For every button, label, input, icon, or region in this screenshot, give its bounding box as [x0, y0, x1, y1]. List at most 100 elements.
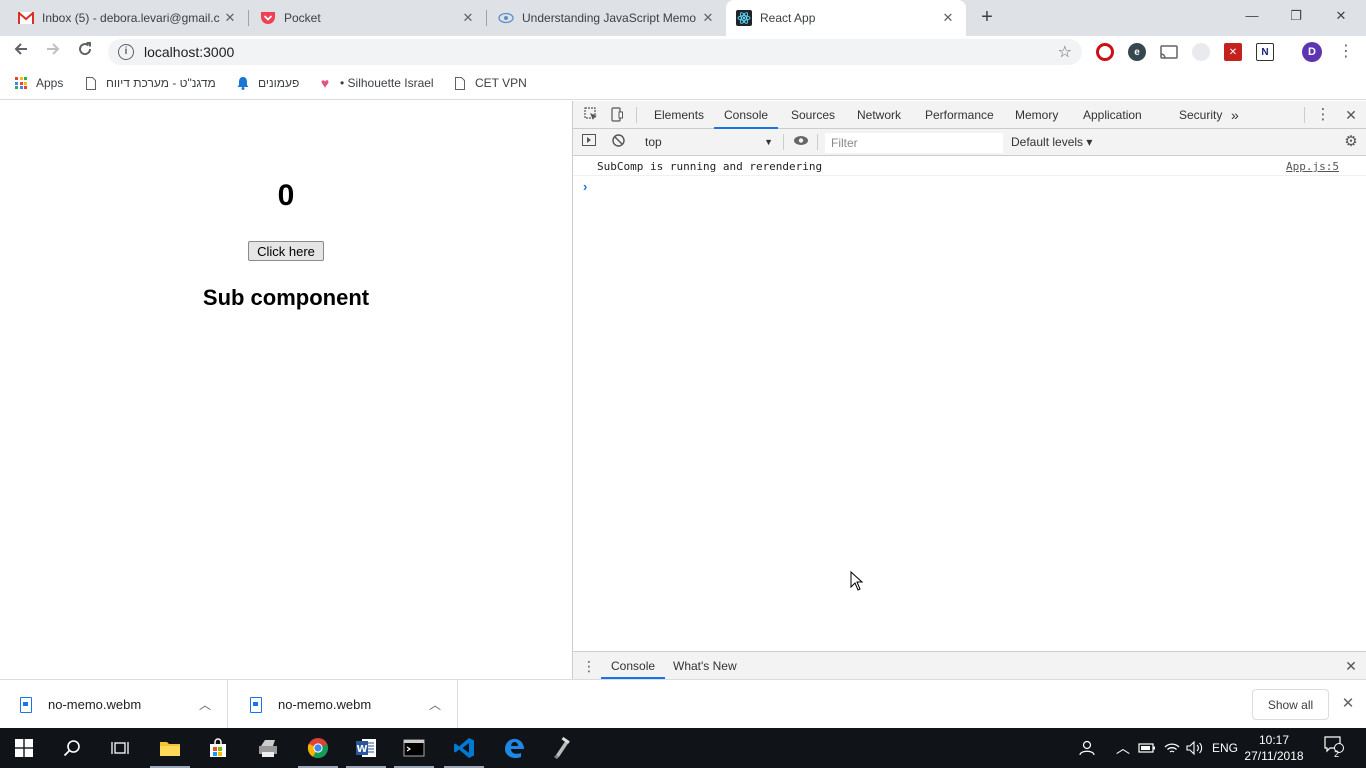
devtools-tab-performance[interactable]: Performance — [923, 101, 996, 129]
more-tabs-icon[interactable]: » — [1229, 101, 1241, 129]
inspect-element-icon[interactable] — [583, 107, 599, 123]
close-drawer-icon[interactable]: ✕ — [1343, 658, 1359, 674]
close-window-icon[interactable]: ✕ — [1330, 6, 1352, 26]
forward-icon[interactable] — [42, 41, 64, 63]
chevron-up-icon[interactable]: ︿ — [429, 696, 441, 713]
chevron-up-icon[interactable]: ︿ — [199, 696, 211, 713]
store-icon[interactable] — [194, 728, 242, 768]
vscode-icon[interactable] — [440, 728, 488, 768]
console-filter-input[interactable] — [825, 133, 1003, 153]
log-levels-select[interactable]: Default levels ▾ — [1011, 133, 1092, 152]
address-bar[interactable]: i localhost:3000 ☆ — [108, 39, 1082, 65]
bookmark-cet-vpn[interactable]: CET VPN — [453, 76, 527, 90]
tab-title: Pocket — [284, 11, 321, 25]
restore-icon[interactable]: ❐ — [1285, 6, 1307, 26]
cast-icon[interactable] — [1160, 43, 1178, 61]
clear-console-icon[interactable] — [610, 134, 626, 150]
tab-understanding-js-memo[interactable]: Understanding JavaScript Memo ✕ — [488, 4, 726, 32]
search-icon[interactable] — [48, 728, 96, 768]
tab-pocket[interactable]: Pocket ✕ — [250, 4, 486, 32]
notion-extension-icon[interactable]: N — [1256, 43, 1274, 61]
start-windows-icon[interactable] — [0, 728, 48, 768]
gray-extension-icon[interactable] — [1192, 43, 1210, 61]
bookmark-label: מדגנ"ט - מערכת דיווח — [106, 76, 216, 90]
bookmark-madganet[interactable]: מדגנ"ט - מערכת דיווח — [84, 76, 216, 90]
system-clock[interactable]: 10:17 27/11/2018 — [1244, 732, 1304, 764]
show-all-downloads-button[interactable]: Show all — [1252, 689, 1329, 720]
word-icon[interactable]: W — [342, 728, 390, 768]
devtools-tab-sources[interactable]: Sources — [789, 101, 837, 129]
close-tab-icon[interactable]: ✕ — [940, 10, 956, 26]
devtools-tab-security[interactable]: Security — [1177, 101, 1224, 129]
console-message: SubComp is running and rerendering App.j… — [573, 156, 1366, 176]
bookmark-silhouette-israel[interactable]: ♥ • Silhouette Israel — [318, 75, 434, 91]
file-explorer-icon[interactable] — [146, 728, 194, 768]
battery-icon[interactable] — [1138, 728, 1156, 768]
console-settings-gear-icon[interactable]: ⚙ — [1343, 134, 1359, 150]
bookmark-label: CET VPN — [475, 76, 527, 90]
click-here-button[interactable]: Click here — [248, 241, 324, 261]
close-tab-icon[interactable]: ✕ — [460, 10, 476, 26]
back-icon[interactable] — [10, 41, 32, 63]
browser-toolbar: i localhost:3000 ☆ e ✕ N D ⋮ — [0, 36, 1366, 68]
context-select[interactable]: top ▼ — [641, 133, 777, 152]
page-icon — [453, 76, 467, 90]
tab-react-app[interactable]: React App ✕ — [726, 0, 966, 36]
show-hidden-icons-chevron-icon[interactable]: ︿ — [1116, 728, 1130, 768]
reload-icon[interactable] — [74, 41, 96, 63]
red-extension-icon[interactable]: ✕ — [1224, 43, 1242, 61]
devtools-tab-network[interactable]: Network — [855, 101, 903, 129]
notification-count: 2 — [1334, 749, 1340, 759]
tab-gmail[interactable]: Inbox (5) - debora.levari@gmail.c ✕ — [8, 4, 248, 32]
info-icon[interactable]: i — [118, 44, 134, 60]
language-indicator[interactable]: ENG — [1212, 728, 1238, 768]
printer-app-icon[interactable] — [244, 728, 292, 768]
console-sidebar-icon[interactable] — [581, 134, 597, 150]
devtools-menu-icon[interactable]: ⋮ — [1315, 107, 1331, 123]
bookmark-label: פעמונים — [258, 76, 300, 90]
close-downloads-icon[interactable]: ✕ — [1340, 696, 1356, 712]
profile-avatar[interactable]: D — [1302, 42, 1322, 62]
people-icon[interactable] — [1078, 728, 1096, 768]
task-view-icon[interactable] — [96, 728, 144, 768]
react-icon — [736, 10, 752, 26]
bookmark-apps[interactable]: Apps — [14, 76, 63, 90]
close-devtools-icon[interactable]: ✕ — [1343, 107, 1359, 123]
devtools-tab-elements[interactable]: Elements — [652, 101, 706, 129]
devtools-drawer: ⋮ Console What's New ✕ — [573, 651, 1366, 679]
chrome-icon[interactable] — [294, 728, 342, 768]
console-message-source-link[interactable]: App.js:5 — [1286, 160, 1339, 173]
e-extension-icon[interactable]: e — [1128, 43, 1146, 61]
volume-icon[interactable] — [1186, 728, 1204, 768]
bookmark-star-icon[interactable]: ☆ — [1058, 42, 1072, 62]
devtools-tab-console[interactable]: Console — [714, 101, 779, 129]
live-expression-eye-icon[interactable] — [793, 134, 809, 150]
devtools-tab-application[interactable]: Application — [1081, 101, 1144, 129]
bell-icon — [236, 76, 250, 90]
more-menu-icon[interactable]: ⋮ — [1338, 44, 1354, 60]
close-tab-icon[interactable]: ✕ — [222, 10, 238, 26]
tool-app-icon[interactable] — [538, 728, 586, 768]
device-toolbar-icon[interactable] — [609, 107, 625, 123]
devtools-tab-memory[interactable]: Memory — [1013, 101, 1060, 129]
download-item[interactable]: no-memo.webm ︿ — [0, 680, 228, 729]
sub-component-heading: Sub component — [202, 285, 370, 310]
drawer-menu-icon[interactable]: ⋮ — [581, 658, 597, 674]
bookmark-paamonim[interactable]: פעמונים — [236, 76, 299, 90]
devtools-tab-bar: Elements Console Sources Network Perform… — [573, 101, 1366, 129]
page-icon — [84, 76, 98, 90]
close-tab-icon[interactable]: ✕ — [700, 10, 716, 26]
action-center-icon[interactable]: 2 — [1322, 736, 1346, 760]
bookmark-label: Apps — [36, 76, 64, 90]
console-prompt[interactable]: › — [583, 179, 587, 194]
wifi-icon[interactable] — [1164, 728, 1180, 768]
new-tab-button[interactable]: + — [976, 6, 998, 28]
edge-icon[interactable] — [490, 728, 538, 768]
drawer-tab-whats-new[interactable]: What's New — [663, 652, 747, 679]
download-item[interactable]: no-memo.webm ︿ — [230, 680, 458, 729]
minimize-icon[interactable]: — — [1241, 6, 1263, 26]
terminal-icon[interactable] — [390, 728, 438, 768]
file-icon — [250, 696, 262, 713]
drawer-tab-console[interactable]: Console — [601, 652, 666, 679]
opera-extension-icon[interactable] — [1096, 43, 1114, 61]
